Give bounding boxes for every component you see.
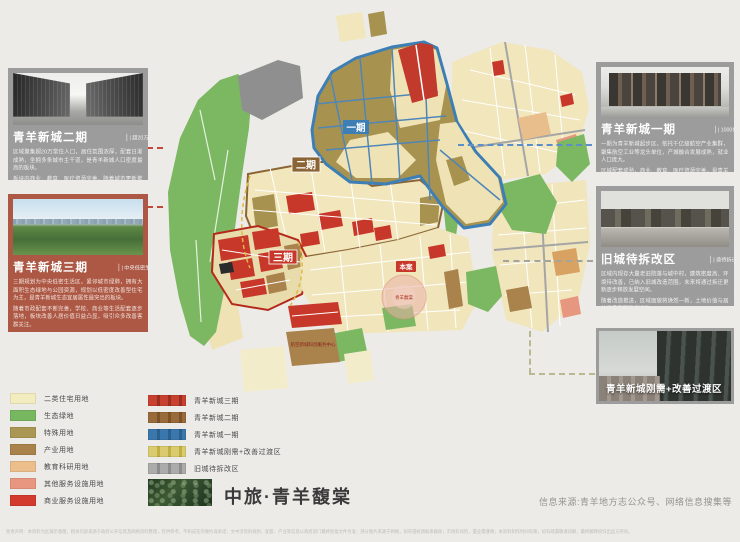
fine-print: 免责声明：本资料为区域示意图，相关内容来源于政府公开信息及网络资料整理，仅供参考… <box>6 528 633 534</box>
legend-swatch <box>148 429 186 440</box>
oldtown-photo <box>601 191 729 247</box>
phase3-photo <box>13 199 143 255</box>
legend-row: 旧城待拆改区 <box>148 463 281 474</box>
legend-swatch <box>10 478 36 489</box>
connector-phase3 <box>147 206 163 208</box>
panel-badge: | 亟待拆迁的城中村 <box>710 255 734 263</box>
map-green-patch <box>466 266 502 312</box>
legend-zones: 青羊新城三期 青羊新城二期 青羊新城一期 青羊新城刚需+改善过渡区 旧城待拆改区 <box>148 395 281 480</box>
panel-body: 三期规划为中央低密生活区，紧邻城市绿肺，拥有大面积生态绿地与公园资源，规划以低密… <box>13 278 143 328</box>
legend-row: 青羊新城二期 <box>148 412 281 423</box>
panel-title: 青羊新城一期 <box>601 124 676 136</box>
infographic-root: 航空新城科创服务中心 青羊馥棠 本案 一期 二期 三期 青羊新城二期 | 超20… <box>0 0 740 542</box>
legend-row: 青羊新城一期 <box>148 429 281 440</box>
svg-text:二期: 二期 <box>296 159 316 172</box>
svg-text:本案: 本案 <box>400 262 414 271</box>
phase2-photo <box>13 73 143 125</box>
panel-phase1-info: 青羊新城一期 | 1000亿航空产业集群 一期为青羊新城起步区，依托千亿级航空产… <box>596 62 734 172</box>
svg-text:青羊馥棠: 青羊馥棠 <box>395 294 413 301</box>
connector-transition-v <box>529 331 531 374</box>
connector-oldtown <box>503 260 593 262</box>
panel-title: 旧城待拆改区 <box>601 254 676 266</box>
map-parcel <box>368 11 387 37</box>
legend-swatch <box>10 444 36 455</box>
panel-badge: | 超20万人高密聚居区 <box>126 133 148 141</box>
legend-row: 二类住宅用地 <box>10 393 104 404</box>
legend-swatch <box>148 395 186 406</box>
legend-land-use: 二类住宅用地 生态绿地 特殊用地 产业用地 教育科研用地 其他服务设施用地 商业… <box>10 393 104 512</box>
svg-text:航空新城科创服务中心: 航空新城科创服务中心 <box>291 341 336 348</box>
phase1-photo <box>601 67 729 117</box>
map-gray-parcel <box>238 60 303 120</box>
legend-swatch <box>10 427 36 438</box>
legend-row: 其他服务设施用地 <box>10 478 104 489</box>
panel-title: 青羊新城三期 <box>13 262 88 274</box>
legend-row: 产业用地 <box>10 444 104 455</box>
legend-swatch <box>10 393 36 404</box>
panel-body: 区域内现存大量老旧院落与城中村，建筑密度高、环境待改善，已纳入旧城改造范围，未来… <box>601 270 729 306</box>
transition-photo: 青羊新城刚需+改善过渡区 <box>599 331 731 401</box>
legend-row: 教育科研用地 <box>10 461 104 472</box>
legend-swatch <box>10 410 36 421</box>
panel-body: 区域聚集超20万常住人口，居住氛围浓厚，配套日渐成熟，坐拥多条城市主干道，是青羊… <box>13 148 143 180</box>
panel-phase3-info: 青羊新城三期 | 中央低密生活区 三期规划为中央低密生活区，紧邻城市绿肺，拥有大… <box>8 194 148 332</box>
legend-row: 青羊新城三期 <box>148 395 281 406</box>
panel-oldtown-info: 旧城待拆改区 | 亟待拆迁的城中村 区域内现存大量老旧院落与城中村，建筑密度高、… <box>596 186 734 306</box>
panel-badge: | 中央低密生活区 <box>118 263 148 271</box>
panel-badge: | 1000亿航空产业集群 <box>715 125 734 133</box>
map-parcel <box>336 12 366 42</box>
legend-row: 生态绿地 <box>10 410 104 421</box>
legend-swatch <box>148 412 186 423</box>
legend-row: 商业服务设施用地 <box>10 495 104 506</box>
legend-swatch <box>148 446 186 457</box>
source-note: 信息来源:青羊地方志公众号、网络信息搜集等 <box>538 497 732 507</box>
photo-caption: 青羊新城刚需+改善过渡区 <box>606 384 723 395</box>
svg-text:三期: 三期 <box>273 251 293 264</box>
legend-swatch <box>10 495 36 506</box>
map-green-patch <box>556 134 590 182</box>
legend-swatch <box>10 461 36 472</box>
connector-transition-h <box>529 373 595 375</box>
legend-swatch <box>148 463 186 474</box>
svg-text:一期: 一期 <box>346 122 365 134</box>
legend-row: 特殊用地 <box>10 427 104 438</box>
connector-phase2 <box>147 147 163 149</box>
connector-phase1 <box>458 144 592 146</box>
panel-transition-info: 青羊新城刚需+改善过渡区 <box>596 328 734 404</box>
panel-body: 一期为青羊新城起步区，依托千亿级航空产业集群，聚集航空工业等龙头单位，产城融合发… <box>601 140 729 172</box>
panel-phase2-info: 青羊新城二期 | 超20万人高密聚居区 区域聚集超20万常住人口，居住氛围浓厚，… <box>8 68 148 180</box>
brand-logo-image <box>148 479 212 506</box>
panel-title: 青羊新城二期 <box>13 132 88 144</box>
legend-row: 青羊新城刚需+改善过渡区 <box>148 446 281 457</box>
brand-name: 中旅·青羊馥棠 <box>224 487 352 507</box>
